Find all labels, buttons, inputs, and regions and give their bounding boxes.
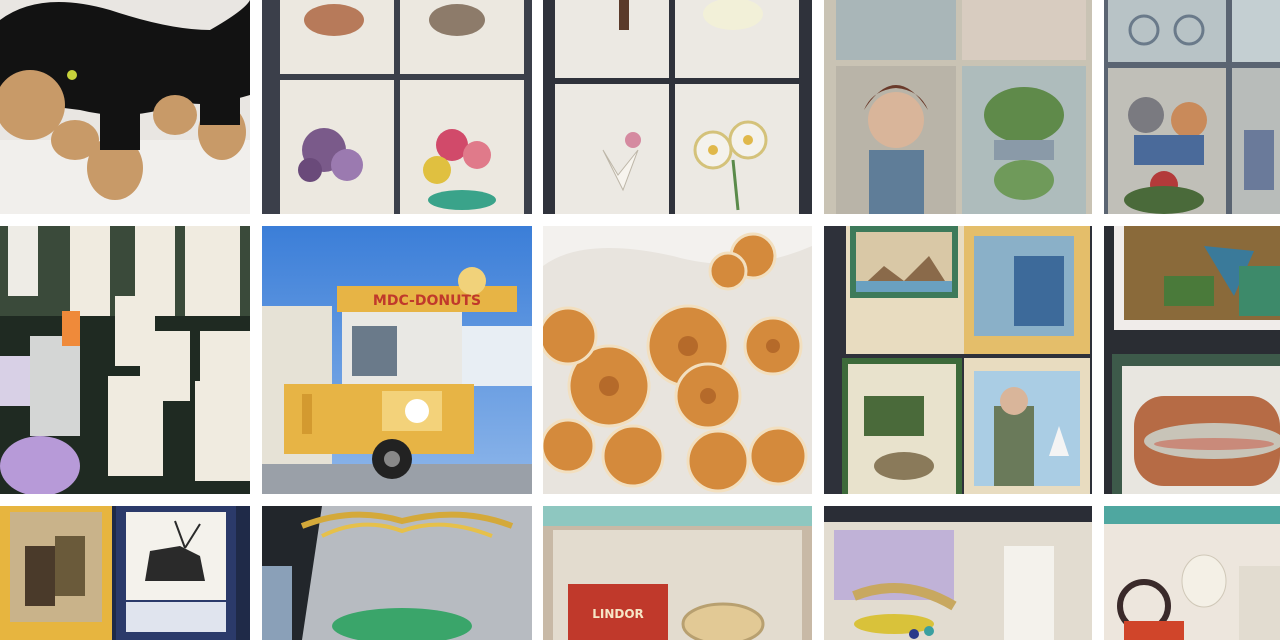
fish-card-icon bbox=[1104, 226, 1280, 494]
photo-tile-kitten-cards[interactable] bbox=[1104, 0, 1280, 214]
gift-crate-icon bbox=[824, 506, 1092, 640]
floral-card-icon bbox=[262, 0, 532, 214]
photo-grid: MDC-DONUTS LINDOR bbox=[0, 0, 1280, 640]
donut-truck-icon: MDC-DONUTS bbox=[262, 226, 532, 494]
photo-tile-donut-truck[interactable]: MDC-DONUTS bbox=[262, 226, 532, 494]
gift-basket-icon bbox=[262, 506, 532, 640]
photo-tile-treat-box[interactable]: LINDOR bbox=[543, 506, 812, 640]
photo-tile-fish-cards[interactable] bbox=[1104, 226, 1280, 494]
kitten-card-icon bbox=[1104, 0, 1280, 214]
photo-tile-outdoor-cards[interactable] bbox=[824, 226, 1092, 494]
photo-tile-gift-basket[interactable] bbox=[262, 506, 532, 640]
photo-tile-mini-donuts[interactable] bbox=[543, 226, 812, 494]
photo-tile-deer-cards[interactable] bbox=[0, 506, 250, 640]
truck-sign: MDC-DONUTS bbox=[373, 293, 481, 309]
gift-crate-icon bbox=[1104, 506, 1280, 640]
knitted-dog-icon bbox=[0, 0, 250, 214]
photo-tile-floral-cards-1[interactable] bbox=[262, 0, 532, 214]
gift-box-icon bbox=[0, 226, 250, 494]
photo-tile-floral-cards-2[interactable] bbox=[543, 0, 812, 214]
photo-tile-vintage-cards[interactable] bbox=[824, 0, 1092, 214]
photo-tile-gift-crate-2[interactable] bbox=[1104, 506, 1280, 640]
photo-tile-knitted-dog[interactable] bbox=[0, 0, 250, 214]
deer-card-icon bbox=[0, 506, 250, 640]
mini-donut-icon bbox=[543, 226, 812, 494]
vintage-card-icon bbox=[824, 0, 1092, 214]
floral-card-icon bbox=[543, 0, 812, 214]
outdoor-card-icon bbox=[824, 226, 1092, 494]
candy-label: LINDOR bbox=[592, 607, 644, 621]
photo-tile-gift-boxes[interactable] bbox=[0, 226, 250, 494]
treat-box-icon: LINDOR bbox=[543, 506, 812, 640]
photo-tile-gift-crate-1[interactable] bbox=[824, 506, 1092, 640]
